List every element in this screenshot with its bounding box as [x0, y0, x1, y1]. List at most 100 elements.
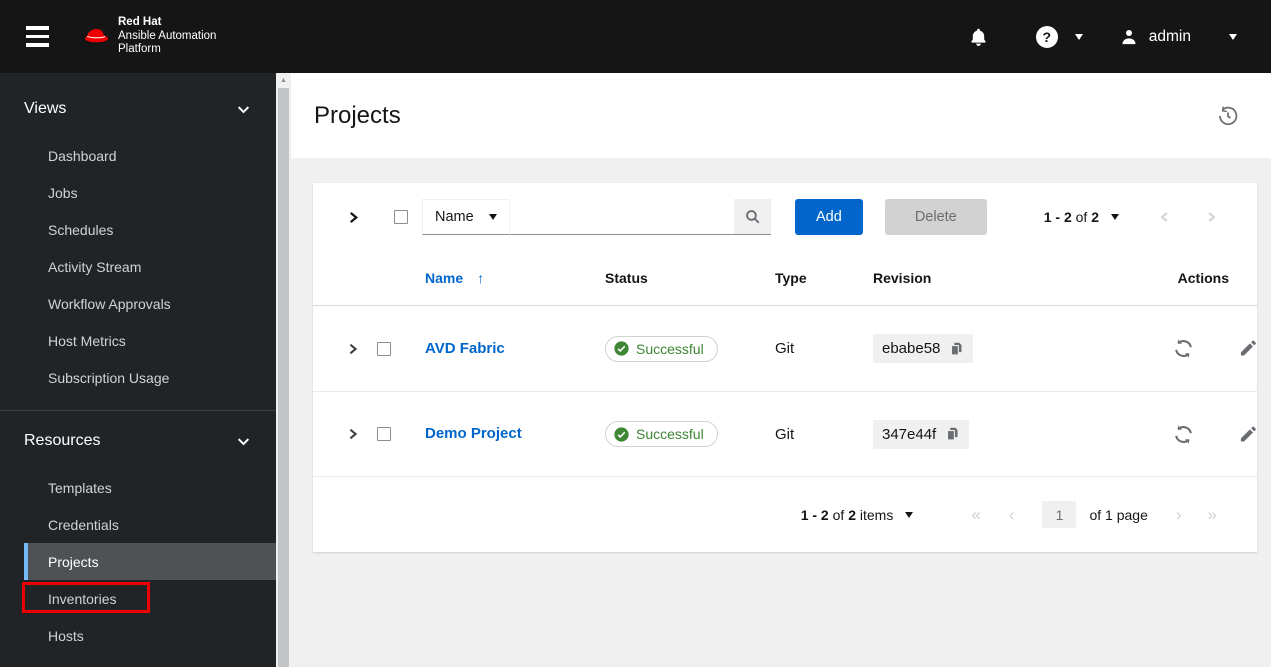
- projects-card: Name Add Delete 1 - 2 of 2 Name ↑ Status…: [313, 183, 1257, 552]
- sync-icon: [1173, 338, 1194, 359]
- history-icon: [1217, 105, 1239, 127]
- list-toolbar: Name Add Delete 1 - 2 of 2: [313, 183, 1257, 251]
- brand-line1: Red Hat: [118, 16, 162, 29]
- sidebar-group-resources[interactable]: Resources: [0, 423, 276, 459]
- masthead-tools: ? admin: [969, 25, 1237, 48]
- sync-project-button[interactable]: [1173, 424, 1194, 445]
- filter-key-dropdown[interactable]: Name: [422, 199, 510, 235]
- row-select-checkbox[interactable]: [377, 427, 391, 441]
- username-label: admin: [1148, 27, 1191, 45]
- sidebar-item-workflow-approvals[interactable]: Workflow Approvals: [24, 285, 276, 322]
- redhat-hat-icon: [83, 27, 110, 47]
- notifications-button[interactable]: [969, 27, 988, 47]
- column-header-revision: Revision: [873, 270, 932, 286]
- chevron-down-icon: [237, 105, 250, 114]
- next-page-button[interactable]: ›: [1176, 506, 1182, 523]
- edit-project-button[interactable]: [1238, 338, 1258, 359]
- user-menu-button[interactable]: admin: [1119, 27, 1237, 47]
- caret-down-icon[interactable]: [1111, 214, 1119, 220]
- pagination-summary: 1 - 2 of 2: [1043, 209, 1099, 225]
- sort-ascending-icon: ↑: [477, 270, 485, 286]
- hamburger-icon: [26, 26, 49, 30]
- sidebar-item-credentials[interactable]: Credentials: [24, 506, 276, 543]
- search-submit-button[interactable]: [734, 199, 771, 235]
- search-icon: [744, 208, 761, 225]
- main-content: Projects Name Add Delete 1 - 2 of 2 Name…: [291, 73, 1271, 667]
- sidebar-scrollbar[interactable]: ▲: [276, 73, 291, 667]
- row-select-checkbox[interactable]: [377, 341, 391, 356]
- sidebar-item-dashboard[interactable]: Dashboard: [24, 137, 276, 174]
- sidebar-divider: [0, 410, 276, 411]
- check-circle-icon: [614, 426, 629, 442]
- prev-page-button[interactable]: [1159, 210, 1170, 224]
- question-circle-icon: ?: [1035, 25, 1058, 48]
- sidebar-item-subscription-usage[interactable]: Subscription Usage: [24, 359, 276, 396]
- resources-items: Templates Credentials Projects Inventori…: [0, 469, 276, 654]
- revision-chip: ebabe58: [873, 334, 974, 363]
- copy-icon: [945, 426, 960, 442]
- prev-page-button[interactable]: ‹: [1009, 506, 1015, 523]
- revision-chip: 347e44f: [873, 419, 970, 449]
- copy-revision-button[interactable]: [949, 341, 964, 357]
- add-button[interactable]: Add: [795, 199, 863, 235]
- column-header-actions: Actions: [1177, 270, 1229, 286]
- edit-project-button[interactable]: [1238, 424, 1258, 445]
- table-header-row: Name ↑ Status Type Revision Actions: [313, 251, 1257, 306]
- sidebar-item-activity-stream[interactable]: Activity Stream: [24, 248, 276, 285]
- sidebar-item-hosts[interactable]: Hosts: [24, 617, 276, 654]
- caret-down-icon: [489, 214, 497, 220]
- project-name-link[interactable]: Demo Project: [425, 425, 522, 442]
- nav-toggle-button[interactable]: [20, 20, 55, 53]
- sidebar-item-host-metrics[interactable]: Host Metrics: [24, 322, 276, 359]
- scrollbar-thumb[interactable]: [278, 88, 289, 667]
- sidebar-item-jobs[interactable]: Jobs: [24, 174, 276, 211]
- first-page-button[interactable]: «: [971, 506, 980, 523]
- project-type: Git: [775, 425, 795, 443]
- help-menu-button[interactable]: ?: [1035, 25, 1083, 48]
- search-input[interactable]: [510, 199, 734, 235]
- copy-icon: [949, 341, 964, 357]
- next-page-button[interactable]: [1206, 210, 1217, 224]
- caret-down-icon[interactable]: [905, 511, 914, 518]
- last-page-button[interactable]: »: [1208, 506, 1217, 523]
- brand-line2: Ansible Automation: [118, 29, 217, 42]
- chevron-down-icon: [1074, 33, 1083, 40]
- pencil-icon: [1238, 424, 1258, 445]
- bell-icon: [969, 27, 988, 47]
- content-area: Name Add Delete 1 - 2 of 2 Name ↑ Status…: [291, 158, 1271, 552]
- page-count-label: of 1 page: [1089, 506, 1148, 523]
- sidebar-item-schedules[interactable]: Schedules: [24, 211, 276, 248]
- status-badge: Successful: [605, 421, 718, 447]
- expand-all-button[interactable]: [347, 210, 360, 225]
- group-label: Views: [24, 100, 67, 117]
- bottom-pagination: 1 - 2 of 2 items « ‹ of 1 page › »: [313, 476, 1257, 552]
- sidebar-item-templates[interactable]: Templates: [24, 469, 276, 506]
- project-type: Git: [775, 340, 795, 357]
- check-circle-icon: [614, 341, 629, 356]
- sidebar-group-views[interactable]: Views: [0, 91, 276, 127]
- chevron-down-icon: [1229, 33, 1237, 40]
- row-expand-button[interactable]: [329, 427, 377, 441]
- table-row: Demo Project Successful Git 347e44f: [313, 391, 1257, 476]
- views-items: Dashboard Jobs Schedules Activity Stream…: [0, 137, 276, 396]
- current-page-input[interactable]: [1042, 501, 1077, 528]
- row-expand-button[interactable]: [329, 342, 377, 356]
- activity-history-button[interactable]: [1217, 105, 1239, 127]
- project-name-link[interactable]: AVD Fabric: [425, 340, 505, 357]
- sidebar-item-projects[interactable]: Projects: [24, 543, 276, 580]
- sync-project-button[interactable]: [1173, 338, 1194, 359]
- masthead: Red Hat Ansible Automation Platform ? ad…: [0, 0, 1271, 73]
- brand-line3: Platform: [118, 43, 161, 56]
- top-pagination: 1 - 2 of 2: [1044, 209, 1217, 225]
- column-header-type: Type: [775, 270, 807, 286]
- copy-revision-button[interactable]: [945, 426, 960, 442]
- sidebar-item-inventories[interactable]: Inventories: [22, 580, 276, 617]
- scrollbar-up-arrow-icon[interactable]: ▲: [276, 73, 291, 88]
- delete-button[interactable]: Delete: [884, 199, 987, 235]
- user-icon: [1119, 27, 1139, 47]
- select-all-checkbox[interactable]: [394, 210, 408, 224]
- column-header-name[interactable]: Name ↑: [425, 270, 605, 286]
- items-summary: 1 - 2 of 2 items: [801, 507, 914, 523]
- brand-logo: Red Hat Ansible Automation Platform: [83, 16, 216, 57]
- status-badge: Successful: [605, 335, 718, 362]
